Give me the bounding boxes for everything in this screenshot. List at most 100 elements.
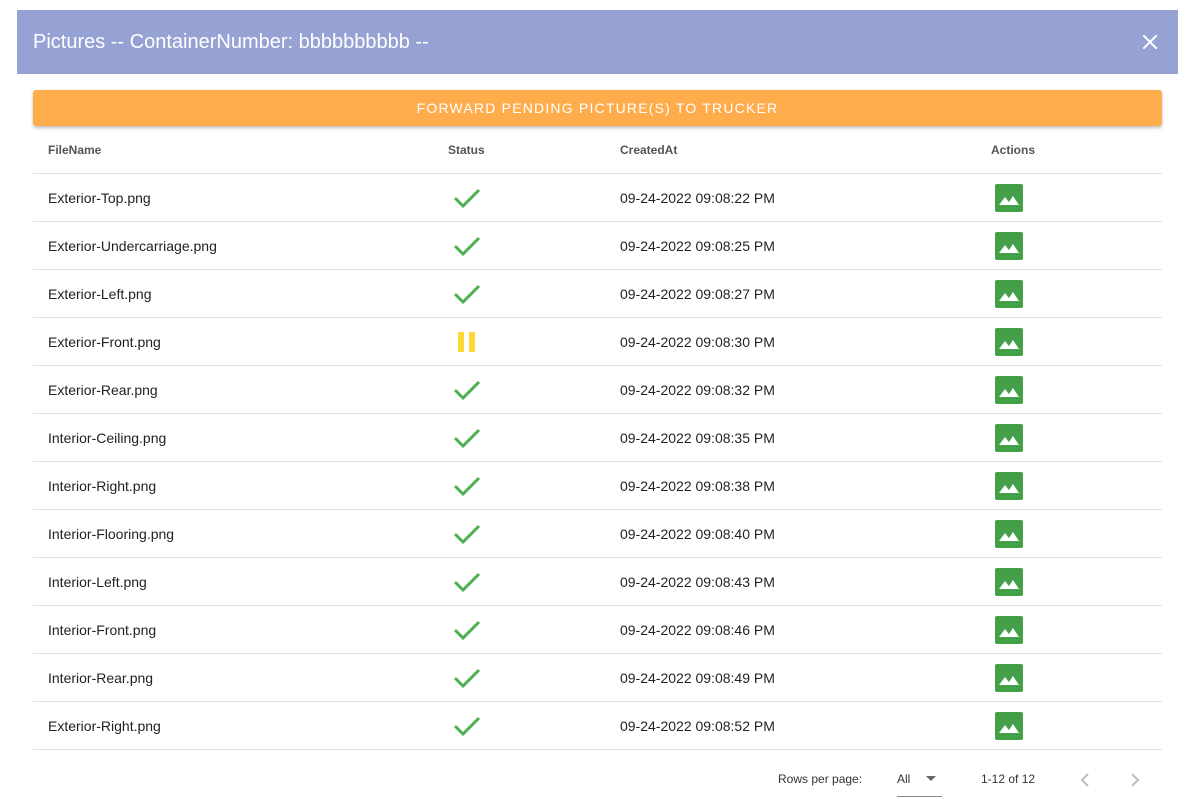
rows-per-page-select[interactable]: All — [897, 764, 942, 797]
createdat-cell: 09-24-2022 09:08:52 PM — [620, 717, 775, 734]
image-icon — [995, 183, 1023, 212]
view-picture-button[interactable] — [995, 327, 1023, 356]
filename-cell: Interior-Ceiling.png — [48, 429, 167, 446]
check-icon — [453, 572, 481, 592]
createdat-cell: 09-24-2022 09:08:27 PM — [620, 285, 775, 302]
view-picture-button[interactable] — [995, 519, 1023, 548]
table-row: Interior-Left.png 09-24-2022 09:08:43 PM — [33, 558, 1162, 606]
view-picture-button[interactable] — [995, 663, 1023, 692]
view-picture-button[interactable] — [995, 279, 1023, 308]
dialog-title: Pictures -- ContainerNumber: bbbbbbbbbb … — [33, 31, 429, 53]
dialog-header: Pictures -- ContainerNumber: bbbbbbbbbb … — [17, 10, 1178, 74]
actions-cell — [995, 318, 1023, 365]
column-header-status[interactable]: Status — [448, 126, 485, 173]
filename-cell: Exterior-Left.png — [48, 285, 152, 302]
filename-cell: Exterior-Right.png — [48, 717, 161, 734]
filename-cell: Interior-Left.png — [48, 573, 147, 590]
table-row: Interior-Rear.png 09-24-2022 09:08:49 PM — [33, 654, 1162, 702]
view-picture-button[interactable] — [995, 231, 1023, 260]
view-picture-button[interactable] — [995, 375, 1023, 404]
image-icon — [995, 423, 1023, 452]
pictures-table: FileName Status CreatedAt Actions Exteri… — [33, 126, 1162, 750]
createdat-cell: 09-24-2022 09:08:40 PM — [620, 525, 775, 542]
image-icon — [995, 567, 1023, 596]
status-cell — [451, 318, 483, 365]
image-icon — [995, 471, 1023, 500]
check-icon — [453, 620, 481, 640]
view-picture-button[interactable] — [995, 711, 1023, 740]
status-cell — [451, 414, 483, 461]
column-header-filename[interactable]: FileName — [48, 126, 101, 173]
check-icon — [453, 668, 481, 688]
filename-cell: Exterior-Undercarriage.png — [48, 237, 217, 254]
actions-cell — [995, 558, 1023, 605]
rows-per-page-label: Rows per page: — [778, 772, 863, 786]
actions-cell — [995, 414, 1023, 461]
table-row: Interior-Right.png 09-24-2022 09:08:38 PM — [33, 462, 1162, 510]
status-cell — [451, 510, 483, 557]
filename-cell: Exterior-Rear.png — [48, 381, 158, 398]
filename-cell: Interior-Front.png — [48, 621, 157, 638]
filename-cell: Exterior-Top.png — [48, 189, 151, 206]
image-icon — [995, 711, 1023, 740]
table-row: Interior-Flooring.png 09-24-2022 09:08:40… — [33, 510, 1162, 558]
rows-per-page-value: All — [897, 772, 911, 786]
actions-cell — [995, 366, 1023, 413]
view-picture-button[interactable] — [995, 183, 1023, 212]
image-icon — [995, 327, 1023, 356]
dropdown-arrow-icon — [926, 776, 936, 781]
createdat-cell: 09-24-2022 09:08:32 PM — [620, 381, 775, 398]
pictures-dialog: Pictures -- ContainerNumber: bbbbbbbbbb … — [17, 10, 1178, 799]
actions-cell — [995, 270, 1023, 317]
actions-cell — [995, 462, 1023, 509]
check-icon — [453, 476, 481, 496]
check-icon — [453, 188, 481, 208]
view-picture-button[interactable] — [995, 567, 1023, 596]
image-icon — [995, 279, 1023, 308]
actions-cell — [995, 174, 1023, 221]
status-cell — [451, 606, 483, 653]
check-icon — [453, 380, 481, 400]
actions-cell — [995, 510, 1023, 557]
actions-cell — [995, 702, 1023, 749]
view-picture-button[interactable] — [995, 615, 1023, 644]
table-header-row: FileName Status CreatedAt Actions — [33, 126, 1162, 174]
status-cell — [451, 558, 483, 605]
image-icon — [995, 615, 1023, 644]
view-picture-button[interactable] — [995, 423, 1023, 452]
column-header-createdat[interactable]: CreatedAt — [620, 126, 677, 173]
chevron-right-icon — [1131, 773, 1140, 787]
actions-cell — [995, 606, 1023, 653]
previous-page-button[interactable] — [1073, 768, 1097, 792]
status-cell — [451, 654, 483, 701]
createdat-cell: 09-24-2022 09:08:25 PM — [620, 237, 775, 254]
status-cell — [451, 270, 483, 317]
forward-pending-pictures-button[interactable]: Forward Pending Picture(s) to Trucker — [33, 90, 1162, 126]
view-picture-button[interactable] — [995, 471, 1023, 500]
status-cell — [451, 222, 483, 269]
next-page-button[interactable] — [1123, 768, 1147, 792]
image-icon — [995, 663, 1023, 692]
createdat-cell: 09-24-2022 09:08:30 PM — [620, 333, 775, 350]
check-icon — [453, 284, 481, 304]
table-body: Exterior-Top.png 09-24-2022 09:08:22 PM Ex… — [33, 174, 1162, 750]
status-cell — [451, 174, 483, 221]
createdat-cell: 09-24-2022 09:08:49 PM — [620, 669, 775, 686]
image-icon — [995, 519, 1023, 548]
createdat-cell: 09-24-2022 09:08:43 PM — [620, 573, 775, 590]
close-icon — [1142, 34, 1158, 50]
check-icon — [453, 428, 481, 448]
table-row: Interior-Ceiling.png 09-24-2022 09:08:35 … — [33, 414, 1162, 462]
table-row: Exterior-Undercarriage.png 09-24-2022 09:… — [33, 222, 1162, 270]
status-cell — [451, 702, 483, 749]
image-icon — [995, 375, 1023, 404]
page-info: 1-12 of 12 — [981, 772, 1036, 786]
check-icon — [453, 524, 481, 544]
column-header-actions: Actions — [991, 142, 1036, 157]
close-button[interactable] — [1134, 26, 1166, 58]
filename-cell: Interior-Right.png — [48, 477, 157, 494]
check-icon — [453, 236, 481, 256]
table-row: Exterior-Top.png 09-24-2022 09:08:22 PM — [33, 174, 1162, 222]
table-row: Exterior-Rear.png 09-24-2022 09:08:32 PM — [33, 366, 1162, 414]
createdat-cell: 09-24-2022 09:08:35 PM — [620, 429, 775, 446]
